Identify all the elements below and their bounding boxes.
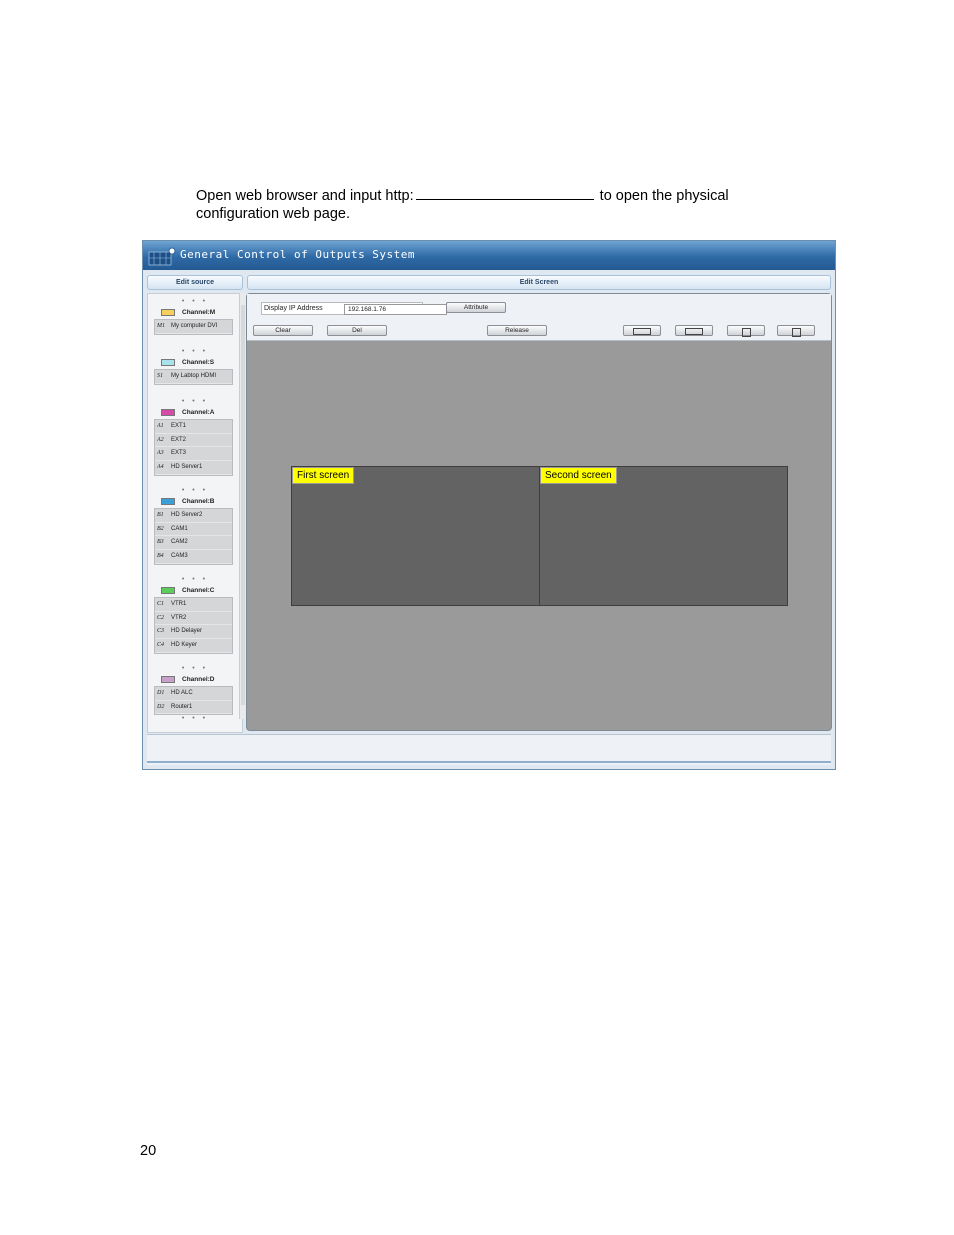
channel-color-swatch: [161, 309, 175, 316]
source-list: C1 VTR1 C2 VTR2 C3 HD Delayer C4 HD Keyer: [154, 597, 233, 654]
channel-group-d: • • • Channel:D D1 HD ALC D2 Router1 • • •: [150, 665, 240, 723]
intro-text-3: configuration web page.: [196, 206, 350, 222]
channel-label: Channel:B: [182, 498, 215, 505]
status-bar: [147, 734, 831, 765]
source-list: S1 My Labtop HDMI: [154, 369, 233, 385]
list-item[interactable]: A3 EXT3: [155, 447, 232, 462]
channel-group-c: • • • Channel:C C1 VTR1 C2 VTR2 C3 HD Delay…: [150, 576, 240, 654]
second-screen-label: Second screen: [540, 467, 617, 484]
first-screen[interactable]: First screen: [291, 466, 540, 606]
collapse-handle[interactable]: • • •: [150, 715, 240, 723]
channel-header[interactable]: Channel:M: [150, 306, 240, 319]
channel-color-swatch: [161, 587, 175, 594]
source-list: D1 HD ALC D2 Router1: [154, 686, 233, 716]
list-item[interactable]: A1 EXT1: [155, 420, 232, 434]
arrow-down-icon: [791, 328, 801, 337]
url-blank: [415, 186, 594, 200]
channel-group-m: • • • Channel:M M1 My computer DVI: [150, 298, 240, 335]
collapse-handle[interactable]: • • •: [150, 487, 240, 495]
collapse-handle[interactable]: • • •: [150, 576, 240, 584]
clear-button[interactable]: Clear: [253, 325, 313, 336]
split-horizontal-icon: [633, 328, 651, 335]
ip-address-input[interactable]: 192.168.1.76: [344, 304, 447, 315]
ip-label: Display IP Address: [264, 305, 323, 312]
title-bar: General Control of Outputs System: [143, 241, 835, 270]
list-item[interactable]: D1 HD ALC: [155, 687, 232, 701]
source-panel: • • • Channel:M M1 My computer DVI • • • …: [147, 293, 243, 733]
list-item[interactable]: C4 HD Keyer: [155, 639, 232, 653]
channel-group-a: • • • Channel:A A1 EXT1 A2 EXT2 A3 EXT3 A4 H…: [150, 398, 240, 476]
del-button[interactable]: Del: [327, 325, 387, 336]
channel-label: Channel:A: [182, 409, 215, 416]
channel-color-swatch: [161, 676, 175, 683]
first-screen-label: First screen: [292, 467, 355, 484]
list-item[interactable]: M1 My computer DVI: [155, 320, 232, 334]
collapse-handle[interactable]: • • •: [150, 398, 240, 406]
channel-header[interactable]: Channel:D: [150, 673, 240, 686]
status-divider: [147, 761, 831, 763]
list-item[interactable]: B4 CAM3: [155, 550, 232, 564]
source-list: A1 EXT1 A2 EXT2 A3 EXT3 A4 HD Server1: [154, 419, 233, 476]
list-item[interactable]: C2 VTR2: [155, 612, 232, 626]
scrollbar-thumb[interactable]: [241, 305, 245, 705]
edit-source-header: Edit source: [147, 275, 243, 290]
page-number: 20: [140, 1143, 157, 1159]
channel-header[interactable]: Channel:B: [150, 495, 240, 508]
source-list: M1 My computer DVI: [154, 319, 233, 335]
channel-color-swatch: [161, 359, 175, 366]
app-screenshot: General Control of Outputs System Edit s…: [142, 240, 836, 770]
layout-up-button[interactable]: [727, 325, 765, 337]
collapse-handle[interactable]: • • •: [150, 665, 240, 673]
channel-label: Channel:S: [182, 359, 215, 366]
intro-paragraph: Open web browser and input http: to open…: [196, 186, 796, 223]
attribute-button[interactable]: Attribute: [446, 302, 506, 313]
list-item[interactable]: A4 HD Server1: [155, 461, 232, 475]
layout-2x1-button[interactable]: [623, 325, 661, 336]
channel-header[interactable]: Channel:C: [150, 584, 240, 597]
intro-text-2: to open the physical: [595, 188, 729, 204]
list-item[interactable]: A2 EXT2: [155, 434, 232, 448]
channel-color-swatch: [161, 498, 175, 505]
layout-down-button[interactable]: [777, 325, 815, 337]
intro-text-1: Open web browser and input http:: [196, 188, 414, 204]
arrow-up-icon: [741, 328, 751, 337]
channel-color-swatch: [161, 409, 175, 416]
app-logo-icon: [148, 247, 176, 266]
channel-group-b: • • • Channel:B B1 HD Server2 B2 CAM1 B3 CA…: [150, 487, 240, 565]
channel-group-s: • • • Channel:S S1 My Labtop HDMI: [150, 348, 240, 385]
channel-label: Channel:D: [182, 676, 215, 683]
list-item[interactable]: B2 CAM1: [155, 523, 232, 537]
release-button[interactable]: Release: [487, 325, 547, 336]
source-list: B1 HD Server2 B2 CAM1 B3 CAM2 B4 CAM3: [154, 508, 233, 565]
edit-toolbar: Display IP Address 192.168.1.76 Attribut…: [247, 294, 831, 341]
channel-header[interactable]: Channel:A: [150, 406, 240, 419]
list-item[interactable]: C1 VTR1: [155, 598, 232, 612]
collapse-handle[interactable]: • • •: [150, 348, 240, 356]
ip-address-row: Display IP Address 192.168.1.76: [261, 302, 447, 315]
second-screen[interactable]: Second screen: [539, 466, 788, 606]
layout-1x2-button[interactable]: [675, 325, 713, 336]
list-item[interactable]: B1 HD Server2: [155, 509, 232, 523]
channel-label: Channel:C: [182, 587, 215, 594]
list-item[interactable]: D2 Router1: [155, 701, 232, 715]
collapse-handle[interactable]: • • •: [150, 298, 240, 306]
channel-label: Channel:M: [182, 309, 216, 316]
source-scrollbar[interactable]: [239, 293, 246, 719]
list-item[interactable]: C3 HD Delayer: [155, 625, 232, 640]
list-item[interactable]: B3 CAM2: [155, 536, 232, 551]
edit-screen-header: Edit Screen: [247, 275, 831, 290]
list-item[interactable]: S1 My Labtop HDMI: [155, 370, 232, 384]
split-horizontal-alt-icon: [685, 328, 703, 335]
channel-header[interactable]: Channel:S: [150, 356, 240, 369]
app-title: General Control of Outputs System: [180, 248, 416, 261]
